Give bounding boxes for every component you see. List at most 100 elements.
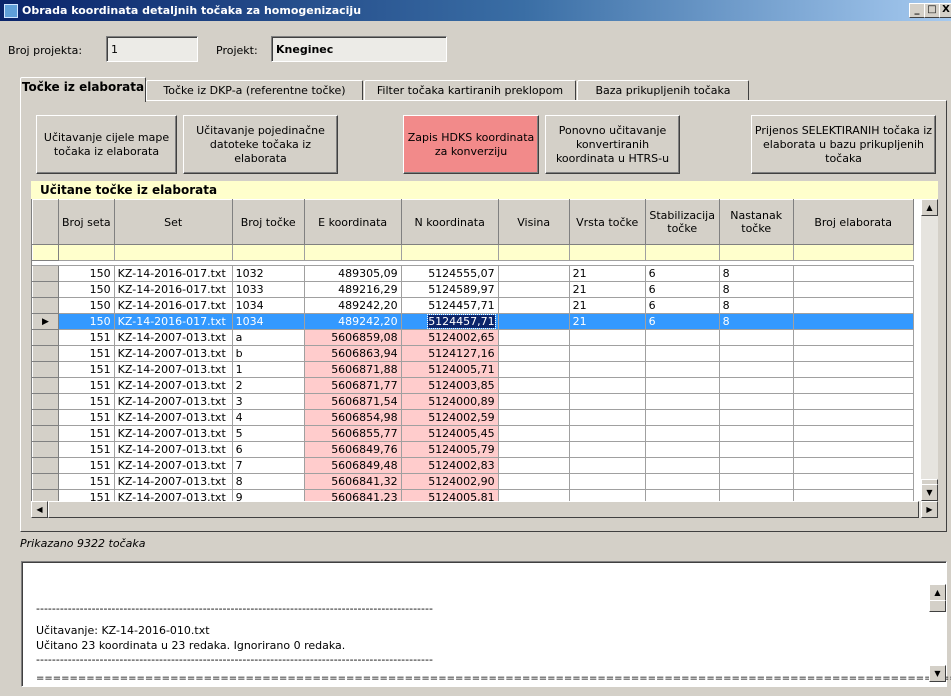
cell-nastanak[interactable]	[718, 409, 794, 426]
cell-broj-elaborata[interactable]	[792, 425, 914, 442]
cell-n-koordinata[interactable]: 5124003,85	[400, 377, 499, 394]
cell-broj-tocke[interactable]: 1033	[231, 281, 305, 298]
cell-set[interactable]: KZ-14-2007-013.txt	[113, 473, 233, 490]
grid-vertical-scrollbar[interactable]: ▲ ▼	[921, 199, 938, 501]
cell-set[interactable]: KZ-14-2007-013.txt	[113, 345, 233, 362]
cell-e-koordinata[interactable]: 5606841,32	[303, 473, 402, 490]
cell-visina[interactable]	[497, 345, 570, 362]
cell-stabilizacija[interactable]: 6	[644, 313, 720, 330]
cell-n-koordinata[interactable]: 5124589,97	[400, 281, 499, 298]
ponovno-ucitavanje-button[interactable]: Ponovno učitavanje konvertiranih koordin…	[545, 115, 680, 174]
cell-broj-elaborata[interactable]	[792, 441, 914, 458]
cell-set[interactable]: KZ-14-2007-013.txt	[113, 377, 233, 394]
cell-nastanak[interactable]: 8	[718, 265, 794, 282]
cell-visina[interactable]	[497, 313, 570, 330]
row-header[interactable]	[32, 393, 59, 410]
cell-nastanak[interactable]	[718, 489, 794, 501]
cell-vrsta-tocke[interactable]	[568, 473, 646, 490]
cell-stabilizacija[interactable]: 6	[644, 281, 720, 298]
cell-broj-elaborata[interactable]	[792, 297, 914, 314]
projekt-field[interactable]: Kneginec	[271, 36, 447, 62]
cell-vrsta-tocke[interactable]: 21	[568, 281, 646, 298]
cell-broj-elaborata[interactable]	[792, 329, 914, 346]
cell-broj-elaborata[interactable]	[792, 345, 914, 362]
cell-n-koordinata[interactable]: 5124002,83	[400, 457, 499, 474]
col-header-nastanak[interactable]: Nastanak točke	[718, 199, 794, 245]
cell-set[interactable]: KZ-14-2007-013.txt	[113, 361, 233, 378]
cell-visina[interactable]	[497, 441, 570, 458]
row-header[interactable]	[32, 361, 59, 378]
cell-visina[interactable]	[497, 329, 570, 346]
table-row[interactable]: 150 KZ-14-2016-017.txt 1034 489242,20 512445…	[32, 297, 914, 314]
tab-tocke-iz-dkp[interactable]: Točke iz DKP-a (referentne točke)	[146, 80, 363, 101]
cell-vrsta-tocke[interactable]	[568, 345, 646, 362]
row-header[interactable]	[32, 473, 59, 490]
cell-broj-elaborata[interactable]	[792, 409, 914, 426]
cell-vrsta-tocke[interactable]: 21	[568, 297, 646, 314]
table-row[interactable]: 151 KZ-14-2007-013.txt 8 5606841,32 5124002,…	[32, 473, 914, 490]
cell-broj-tocke[interactable]: 1	[231, 361, 305, 378]
cell-broj-elaborata[interactable]	[792, 361, 914, 378]
cell-broj-elaborata[interactable]	[792, 377, 914, 394]
cell-visina[interactable]	[497, 409, 570, 426]
cell-vrsta-tocke[interactable]	[568, 409, 646, 426]
cell-stabilizacija[interactable]	[644, 409, 720, 426]
cell-broj-tocke[interactable]: 9	[231, 489, 305, 501]
cell-set[interactable]: KZ-14-2007-013.txt	[113, 393, 233, 410]
cell-broj-seta[interactable]: 151	[58, 457, 115, 474]
cell-set[interactable]: KZ-14-2016-017.txt	[113, 313, 233, 330]
col-header-broj-seta[interactable]: Broj seta	[58, 199, 115, 245]
zapis-hdks-button[interactable]: Zapis HDKS koordinata za konverziju	[403, 115, 539, 174]
filter-cell[interactable]	[568, 244, 646, 261]
cell-nastanak[interactable]	[718, 361, 794, 378]
cell-stabilizacija[interactable]	[644, 457, 720, 474]
tab-tocke-iz-elaborata[interactable]: Točke iz elaborata	[20, 77, 146, 102]
cell-set[interactable]: KZ-14-2007-013.txt	[113, 457, 233, 474]
cell-set[interactable]: KZ-14-2007-013.txt	[113, 441, 233, 458]
cell-broj-seta[interactable]: 151	[58, 361, 115, 378]
cell-nastanak[interactable]	[718, 457, 794, 474]
cell-set[interactable]: KZ-14-2007-013.txt	[113, 425, 233, 442]
broj-projekta-field[interactable]: 1	[106, 36, 198, 62]
cell-nastanak[interactable]: 8	[718, 281, 794, 298]
cell-e-koordinata[interactable]: 5606871,77	[303, 377, 402, 394]
col-header-n-koordinata[interactable]: N koordinata	[400, 199, 499, 245]
cell-broj-seta[interactable]: 151	[58, 329, 115, 346]
col-header-broj-tocke[interactable]: Broj točke	[231, 199, 305, 245]
cell-n-koordinata[interactable]: 5124000,89	[400, 393, 499, 410]
cell-broj-elaborata[interactable]	[792, 281, 914, 298]
table-row[interactable]: 151 KZ-14-2007-013.txt b 5606863,94 5124127,…	[32, 345, 914, 362]
cell-vrsta-tocke[interactable]	[568, 393, 646, 410]
cell-broj-elaborata[interactable]	[792, 489, 914, 501]
tab-filter-tocaka[interactable]: Filter točaka kartiranih preklopom	[364, 80, 576, 101]
log-console[interactable]: ----------------------------------------…	[21, 561, 951, 687]
cell-n-koordinata[interactable]: 5124002,65	[400, 329, 499, 346]
cell-broj-seta[interactable]: 151	[58, 345, 115, 362]
maximize-button[interactable]: □	[924, 3, 940, 18]
cell-broj-seta[interactable]: 150	[58, 265, 115, 282]
cell-broj-seta[interactable]: 151	[58, 409, 115, 426]
row-header[interactable]	[32, 441, 59, 458]
cell-nastanak[interactable]	[718, 345, 794, 362]
filter-cell[interactable]	[792, 244, 914, 261]
ucitavanje-mape-button[interactable]: Učitavanje cijele mape točaka iz elabora…	[36, 115, 177, 174]
table-row[interactable]: 151 KZ-14-2007-013.txt 3 5606871,54 5124000,…	[32, 393, 914, 410]
col-header-set[interactable]: Set	[113, 199, 233, 245]
cell-broj-tocke[interactable]: 1034	[231, 313, 305, 330]
col-header-visina[interactable]: Visina	[497, 199, 570, 245]
cell-stabilizacija[interactable]: 6	[644, 265, 720, 282]
cell-e-koordinata[interactable]: 489242,20	[303, 297, 402, 314]
cell-broj-seta[interactable]: 150	[58, 297, 115, 314]
cell-set[interactable]: KZ-14-2016-017.txt	[113, 281, 233, 298]
cell-vrsta-tocke[interactable]: 21	[568, 265, 646, 282]
cell-visina[interactable]	[497, 297, 570, 314]
cell-broj-elaborata[interactable]	[792, 457, 914, 474]
cell-stabilizacija[interactable]	[644, 377, 720, 394]
cell-n-koordinata[interactable]: 5124127,16	[400, 345, 499, 362]
cell-stabilizacija[interactable]: 6	[644, 297, 720, 314]
cell-n-koordinata[interactable]: 5124005,71	[400, 361, 499, 378]
cell-e-koordinata[interactable]: 5606854,98	[303, 409, 402, 426]
minimize-button[interactable]: _	[909, 3, 925, 18]
cell-visina[interactable]	[497, 425, 570, 442]
filter-cell[interactable]	[718, 244, 794, 261]
